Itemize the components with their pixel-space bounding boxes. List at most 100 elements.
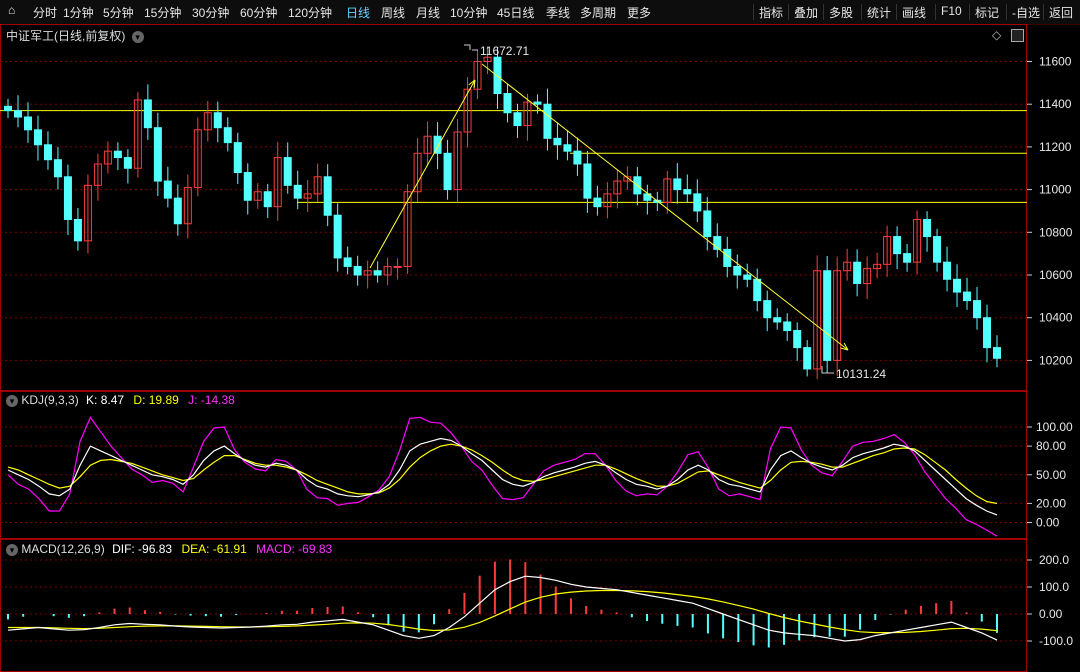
price-tick-label: 11600 — [1039, 55, 1072, 69]
candle-body — [353, 265, 362, 276]
price-tick-label: 10400 — [1039, 311, 1073, 325]
period-tab-8[interactable]: 周线 — [381, 4, 405, 21]
candle-body — [503, 93, 512, 114]
period-tab-14[interactable]: 更多 — [627, 4, 651, 21]
candle-body — [323, 176, 332, 216]
period-tab-9[interactable]: 月线 — [416, 4, 440, 21]
kdj-tick-label: 50.00 — [1036, 468, 1066, 482]
candle-body — [593, 197, 602, 208]
candle-body — [263, 191, 272, 208]
candle-body — [563, 144, 572, 152]
candle-body — [4, 105, 12, 112]
candle-body — [983, 317, 992, 349]
candle-body — [933, 236, 942, 263]
candle-body — [733, 265, 742, 276]
candle-body — [683, 189, 692, 195]
period-tab-12[interactable]: 季线 — [546, 4, 570, 21]
candle-body — [223, 127, 232, 144]
period-tab-5[interactable]: 60分钟 — [240, 4, 277, 21]
candle-body — [53, 159, 62, 178]
price-tick-label: 11200 — [1039, 140, 1072, 154]
candle-body — [513, 112, 522, 127]
candle-body — [393, 265, 402, 268]
candle-body — [283, 157, 292, 186]
high-marker — [464, 44, 478, 51]
toolbar-button-3[interactable]: 统计 — [867, 4, 891, 21]
low-marker — [821, 366, 834, 374]
kdj-tick-label: 100.00 — [1036, 420, 1073, 434]
period-toolbar: 分时 1分钟 5分钟 15分钟 30分钟 60分钟 120分钟 日线 周线 月线 10分钟 45日线季… — [0, 0, 1080, 25]
kline-chart[interactable]: 11600 11400 11200 11000 10800 10600 10400 10200… — [0, 24, 1080, 672]
candle-body — [63, 176, 72, 220]
toolbar-divider — [823, 4, 824, 20]
toolbar-divider — [788, 4, 789, 20]
toolbar-divider — [969, 4, 970, 20]
toolbar-divider — [753, 4, 754, 20]
candle-body — [213, 112, 222, 129]
candle-body — [763, 300, 772, 319]
macd-dea-line — [8, 589, 998, 634]
toolbar-button-0[interactable]: 指标 — [759, 4, 783, 21]
candle-body — [343, 257, 352, 267]
high-price-label: 11672.71 — [480, 44, 529, 58]
price-tick-label: 11000 — [1039, 183, 1072, 197]
price-tick-label: 10800 — [1039, 225, 1073, 239]
price-tick-label: 11400 — [1039, 97, 1072, 111]
candle-body — [533, 101, 542, 105]
trend-arrow — [481, 63, 849, 351]
low-price-label: 10131.24 — [836, 367, 886, 381]
candle-body — [973, 300, 982, 319]
main-frame — [0, 24, 1027, 391]
candle-body — [493, 56, 502, 95]
kdj-tick-label: 80.00 — [1036, 439, 1066, 453]
toolbar-divider — [1006, 4, 1007, 20]
period-tab-10[interactable]: 10分钟 — [450, 4, 487, 21]
period-tab-13[interactable]: 多周期 — [580, 4, 616, 21]
period-tab-7[interactable]: 日线 — [346, 4, 370, 21]
candle-body — [333, 214, 342, 259]
period-tab-2[interactable]: 5分钟 — [103, 4, 134, 21]
candle-body — [13, 110, 22, 118]
macd-dif-line — [7, 575, 998, 642]
period-tab-4[interactable]: 30分钟 — [192, 4, 229, 21]
candle-body — [773, 317, 782, 323]
macd-tick-label: 0.00 — [1039, 607, 1063, 621]
toolbar-button-6[interactable]: 标记 — [975, 4, 999, 21]
candle-body — [113, 150, 122, 159]
candle-body — [543, 103, 552, 139]
candle-body — [33, 129, 42, 146]
period-tab-1[interactable]: 1分钟 — [63, 4, 94, 21]
candle-body — [943, 261, 952, 280]
toolbar-button-4[interactable]: 画线 — [902, 4, 926, 21]
toolbar-button-2[interactable]: 多股 — [829, 4, 853, 21]
period-tab-0[interactable]: 分时 — [33, 4, 57, 21]
toolbar-button-8[interactable]: 返回 — [1049, 4, 1073, 21]
period-tab-11[interactable]: 45日线 — [497, 4, 534, 21]
candle-body — [233, 142, 242, 174]
period-tab-3[interactable]: 15分钟 — [144, 4, 181, 21]
candle-body — [753, 278, 762, 302]
candle-body — [673, 178, 682, 191]
candle-body — [153, 127, 162, 182]
candle-body — [43, 144, 52, 161]
toolbar-button-5[interactable]: F10 — [941, 4, 962, 18]
kdj-j-line — [7, 416, 998, 537]
kdj-frame — [0, 391, 1027, 539]
kdj-tick-label: 20.00 — [1036, 496, 1066, 510]
trend-arrow — [369, 79, 476, 269]
macd-tick-label: 100.0 — [1039, 580, 1069, 594]
candle-body — [23, 116, 32, 131]
candle-body — [73, 218, 82, 242]
toolbar-button-7[interactable]: -自选 — [1012, 4, 1040, 21]
candle-body — [783, 321, 792, 332]
home-icon[interactable]: ⌂ — [8, 3, 15, 17]
candle-body — [963, 291, 972, 302]
candle-body — [373, 270, 382, 276]
period-tab-6[interactable]: 120分钟 — [288, 4, 332, 21]
candle-body — [163, 180, 172, 199]
candle-body — [123, 157, 132, 169]
candle-body — [853, 261, 862, 285]
macd-tick-label: 200.0 — [1039, 553, 1069, 567]
toolbar-button-1[interactable]: 叠加 — [794, 4, 818, 21]
candle-body — [143, 99, 152, 129]
